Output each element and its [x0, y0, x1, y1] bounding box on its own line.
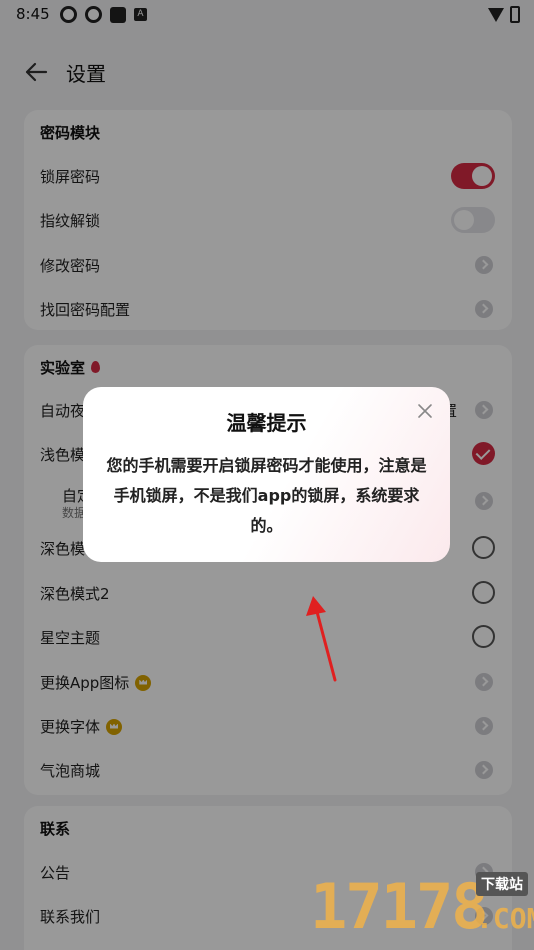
dialog-message: 您的手机需要开启锁屏密码才能使用，注意是手机锁屏，不是我们app的锁屏，系统要求… [106, 456, 427, 535]
watermark-logo: 17178 下载站 .COM [310, 868, 534, 950]
annotation-arrow-icon [306, 596, 337, 682]
watermark-digits: 17178 [310, 870, 489, 943]
tip-dialog: 温馨提示 您的手机需要开启锁屏密码才能使用，注意是手机锁屏，不是我们app的锁屏… [83, 387, 450, 562]
watermark-tag: 下载站 [476, 872, 528, 896]
settings-screen: 8:45 A 设置 密码模块 锁屏密码 指纹解锁 修改密码 找回密码配置 实验室… [0, 0, 534, 950]
watermark-domain: .COM [476, 902, 534, 935]
close-icon[interactable] [416, 402, 434, 420]
dialog-title: 温馨提示 [226, 411, 307, 435]
